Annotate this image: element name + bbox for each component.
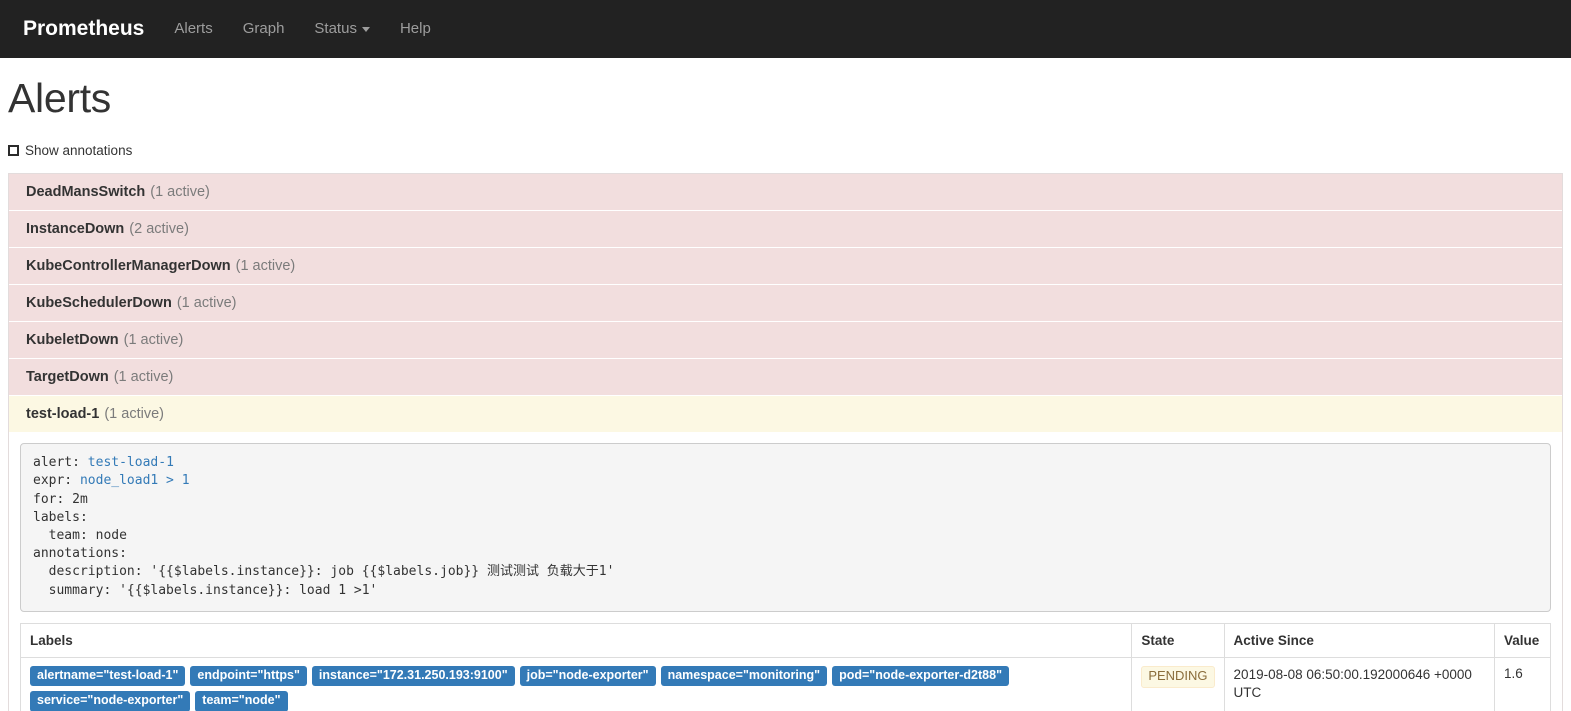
nav-link-help[interactable]: Help bbox=[385, 0, 446, 58]
alert-row-expanded[interactable]: test-load-1 (1 active) bbox=[9, 396, 1562, 434]
column-header-active-since: Active Since bbox=[1223, 622, 1496, 658]
alert-row[interactable]: DeadMansSwitch (1 active) bbox=[9, 174, 1562, 212]
show-annotations-label[interactable]: Show annotations bbox=[25, 143, 132, 158]
rule-annotation-description: description: '{{$labels.instance}}: job … bbox=[33, 564, 615, 580]
nav-link-status-label: Status bbox=[314, 20, 357, 37]
column-header-state: State bbox=[1131, 622, 1225, 658]
page-title: Alerts bbox=[8, 75, 112, 121]
alert-row[interactable]: KubeSchedulerDown (1 active) bbox=[9, 285, 1562, 323]
nav-link-graph-label: Graph bbox=[242, 20, 285, 37]
label-badge[interactable]: service="node-exporter" bbox=[30, 691, 191, 711]
alert-name: TargetDown bbox=[26, 369, 109, 386]
rule-labels-team: team: node bbox=[33, 527, 127, 543]
alert-row[interactable]: KubeControllerManagerDown (1 active) bbox=[9, 248, 1562, 286]
rule-expr-key: expr: bbox=[33, 473, 80, 489]
alert-name: KubeletDown bbox=[26, 332, 119, 349]
alert-rule-definition: alert: test-load-1 expr: node_load1 > 1 … bbox=[20, 443, 1551, 612]
label-badge[interactable]: team="node" bbox=[195, 691, 288, 711]
label-badge[interactable]: job="node-exporter" bbox=[519, 665, 656, 687]
rule-annotation-summary: summary: '{{$labels.instance}}: load 1 >… bbox=[33, 582, 378, 598]
alert-count: (1 active) bbox=[123, 332, 184, 349]
column-header-value: Value bbox=[1494, 622, 1551, 658]
alert-instances-table: Labels State Active Since Value alertnam… bbox=[19, 622, 1551, 711]
alert-count: (1 active) bbox=[235, 258, 296, 275]
table-row: alertname="test-load-1" endpoint="https" i… bbox=[19, 656, 1551, 711]
label-badge[interactable]: endpoint="https" bbox=[190, 665, 307, 687]
cell-active-since: 2019-08-08 06:50:00.192000646 +0000 UTC bbox=[1223, 656, 1496, 711]
show-annotations-checkbox[interactable] bbox=[8, 145, 19, 157]
alert-name: KubeControllerManagerDown bbox=[26, 258, 231, 275]
rule-for: for: 2m bbox=[33, 491, 88, 507]
table-head: Labels State Active Since Value bbox=[19, 622, 1551, 658]
label-badge[interactable]: instance="172.31.250.193:9100" bbox=[311, 665, 515, 687]
rule-annotations: annotations: bbox=[33, 546, 127, 562]
nav-link-alerts[interactable]: Alerts bbox=[159, 0, 227, 58]
alert-row[interactable]: InstanceDown (2 active) bbox=[9, 211, 1562, 249]
alert-name: KubeSchedulerDown bbox=[26, 295, 172, 312]
column-header-labels: Labels bbox=[19, 622, 1133, 658]
alert-list: DeadMansSwitch (1 active) InstanceDown (… bbox=[8, 173, 1563, 711]
cell-labels: alertname="test-load-1" endpoint="https" i… bbox=[19, 656, 1133, 711]
table-body: alertname="test-load-1" endpoint="https" i… bbox=[19, 656, 1551, 711]
rule-alert-key: alert: bbox=[33, 455, 88, 471]
nav-link-status[interactable]: Status bbox=[299, 0, 385, 58]
alert-count: (1 active) bbox=[176, 295, 237, 312]
nav-link-graph[interactable]: Graph bbox=[228, 0, 300, 58]
cell-value: 1.6 bbox=[1494, 656, 1551, 711]
alert-detail-panel: alert: test-load-1 expr: node_load1 > 1 … bbox=[9, 433, 1562, 711]
brand-logo[interactable]: Prometheus bbox=[8, 0, 159, 58]
page-container: Alerts Show annotations DeadMansSwitch (… bbox=[0, 75, 1571, 711]
alert-count: (1 active) bbox=[150, 184, 210, 201]
alert-row[interactable]: TargetDown (1 active) bbox=[9, 359, 1562, 397]
rule-expr-value[interactable]: node_load1 > 1 bbox=[80, 473, 190, 488]
alert-count: (1 active) bbox=[104, 406, 164, 423]
nav-link-help-label: Help bbox=[399, 20, 431, 37]
label-badge[interactable]: namespace="monitoring" bbox=[660, 665, 828, 687]
label-badge[interactable]: pod="node-exporter-d2t88" bbox=[832, 665, 1009, 687]
alert-name: test-load-1 bbox=[26, 406, 100, 423]
label-badge[interactable]: alertname="test-load-1" bbox=[30, 665, 186, 687]
nav-link-alerts-label: Alerts bbox=[174, 20, 213, 37]
show-annotations-row: Show annotations bbox=[8, 143, 1563, 158]
alert-name: InstanceDown bbox=[26, 221, 125, 238]
chevron-down-icon bbox=[361, 26, 370, 32]
nav-links: Alerts Graph Status Help bbox=[159, 0, 445, 58]
rule-labels: labels: bbox=[33, 509, 88, 525]
alert-count: (2 active) bbox=[129, 221, 189, 238]
rule-alert-value[interactable]: test-load-1 bbox=[88, 455, 174, 470]
alert-count: (1 active) bbox=[113, 369, 174, 386]
status-badge: PENDING bbox=[1141, 665, 1215, 688]
alert-row[interactable]: KubeletDown (1 active) bbox=[9, 322, 1562, 360]
navbar: Prometheus Alerts Graph Status Help bbox=[0, 0, 1571, 58]
cell-state: PENDING bbox=[1131, 656, 1225, 711]
table-header-row: Labels State Active Since Value bbox=[19, 622, 1551, 658]
alert-name: DeadMansSwitch bbox=[26, 184, 146, 201]
